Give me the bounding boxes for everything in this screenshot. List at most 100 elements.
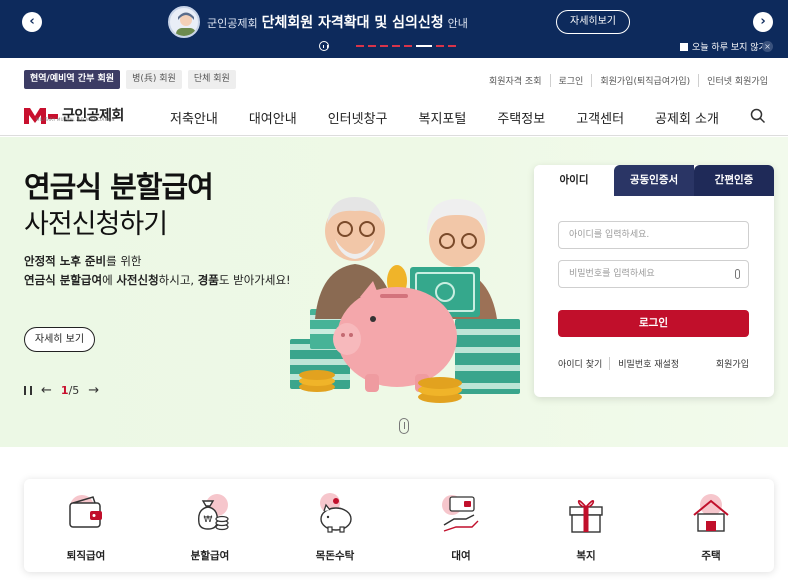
- main-navigation: 군인공제회 MILITARY MUTUAL AID ASSOCIATION 저축…: [0, 98, 788, 136]
- quick-label-loan: 대여: [451, 550, 471, 562]
- link-join-retirement[interactable]: 회원가입(퇴직급여가입): [592, 74, 700, 87]
- banner-dot[interactable]: [368, 45, 376, 47]
- banner-dot[interactable]: [436, 45, 444, 47]
- reset-password-link[interactable]: 비밀번호 재설정: [610, 357, 679, 370]
- hero-desc-bold: 경품: [197, 273, 219, 287]
- link-internet-join[interactable]: 인터넷 회원가입: [699, 74, 768, 87]
- password-placeholder: 비밀번호를 입력하세요: [569, 269, 655, 279]
- banner-dot[interactable]: [380, 45, 388, 47]
- login-panel: 아이디 공동인증서 간편인증 아이디를 입력하세요. 비밀번호를 입력하세요 로…: [534, 165, 774, 397]
- banner-suffix: 안내: [447, 17, 468, 30]
- link-membership-check[interactable]: 회원자격 조회: [481, 74, 551, 87]
- pause-icon[interactable]: [24, 386, 32, 395]
- banner-dot[interactable]: [404, 45, 412, 47]
- arrow-left-icon[interactable]: ←: [41, 384, 52, 397]
- chevron-left-icon[interactable]: ‹: [22, 12, 42, 32]
- chevron-right-icon[interactable]: ›: [753, 12, 773, 32]
- menu-about[interactable]: 공제회 소개: [655, 108, 719, 127]
- hero-pager: ← 1/5 →: [24, 384, 99, 397]
- banner-more-button[interactable]: 자세히보기: [556, 10, 630, 34]
- banner-dot[interactable]: [448, 45, 456, 47]
- top-banner: ‹ 군인공제회 단체회원 자격확대 및 심의신청 안내 자세히보기 › 오늘 하루 …: [0, 0, 788, 58]
- banner-avatar: [168, 6, 200, 38]
- link-login[interactable]: 로그인: [551, 74, 593, 87]
- banner-headline: 단체회원 자격확대 및 심의신청: [261, 15, 444, 31]
- menu-loan[interactable]: 대여안내: [249, 108, 297, 127]
- close-icon[interactable]: ×: [762, 41, 773, 52]
- money-bag-icon: ₩: [198, 494, 229, 531]
- hero-desc-text: 도 받아가세요!: [218, 273, 291, 287]
- join-link[interactable]: 회원가입: [716, 357, 749, 370]
- menu-housing-info[interactable]: 주택정보: [497, 108, 545, 127]
- quick-label-welfare: 복지: [576, 550, 596, 562]
- menu-welfare-portal[interactable]: 복지포털: [419, 108, 467, 127]
- banner-slide-indicator: [356, 45, 456, 47]
- password-input[interactable]: 비밀번호를 입력하세요: [558, 260, 749, 288]
- loan-hand-icon: [442, 495, 479, 532]
- hero-title-line2: 사전신청하기: [24, 209, 168, 240]
- tab-group-member[interactable]: 단체 회원: [187, 70, 236, 89]
- house-icon: [693, 494, 729, 532]
- utility-links: 회원자격 조회 로그인 회원가입(퇴직급여가입) 인터넷 회원가입: [481, 74, 768, 87]
- seniors-piggybank-illustration: [290, 197, 520, 403]
- quick-item-installment[interactable]: ₩ 분할급여: [175, 493, 245, 563]
- hero-desc-bold: 연금식 분할급여: [24, 273, 103, 287]
- hero-description: 안정적 노후 준비를 위한 연금식 분할급여에 사전신청하시고, 경품도 받아가…: [24, 252, 291, 290]
- tab-officer-member[interactable]: 현역/예비역 간부 회원: [24, 70, 121, 89]
- banner-dot[interactable]: [392, 45, 400, 47]
- quick-label-lump-deposit: 목돈수탁: [315, 550, 355, 562]
- login-tabs: 아이디 공동인증서 간편인증: [534, 165, 774, 196]
- menu-savings[interactable]: 저축안내: [170, 108, 218, 127]
- hero-page-total: /5: [68, 384, 80, 397]
- today-hide-toggle[interactable]: 오늘 하루 보지 않기: [680, 40, 767, 53]
- tab-simple-auth[interactable]: 간편인증: [694, 165, 774, 196]
- quick-menu: 퇴직급여 ₩ 분할급여 목돈수탁 대여 복지 주택: [24, 479, 774, 572]
- hero-more-button[interactable]: 자세히 보기: [24, 327, 95, 352]
- arrow-right-icon[interactable]: →: [88, 384, 99, 397]
- hero-desc-bold: 사전신청: [116, 273, 159, 287]
- wallet-icon: [69, 495, 102, 528]
- menu-internet-window[interactable]: 인터넷창구: [328, 108, 388, 127]
- banner-dot-active[interactable]: [416, 45, 432, 47]
- logo-text: 군인공제회: [62, 108, 124, 124]
- login-links: 아이디 찾기 비밀번호 재설정 회원가입: [558, 357, 749, 370]
- banner-text: 군인공제회 단체회원 자격확대 및 심의신청 안내: [207, 12, 468, 32]
- svg-text:₩: ₩: [204, 515, 213, 525]
- quick-item-lump-deposit[interactable]: 목돈수탁: [300, 493, 370, 563]
- piggy-bank-icon: [320, 493, 352, 533]
- member-type-tabs: 현역/예비역 간부 회원 병(兵) 회원 단체 회원: [24, 70, 236, 89]
- id-input[interactable]: 아이디를 입력하세요.: [558, 221, 749, 249]
- gnb-menu: 저축안내 대여안내 인터넷창구 복지포털 주택정보 고객센터 공제회 소개: [170, 108, 719, 127]
- site-logo[interactable]: 군인공제회: [24, 105, 124, 125]
- menu-customer-center[interactable]: 고객센터: [576, 108, 624, 127]
- find-id-link[interactable]: 아이디 찾기: [558, 357, 611, 370]
- banner-dot[interactable]: [356, 45, 364, 47]
- today-hide-checkbox[interactable]: [680, 42, 688, 51]
- hero-desc-text: 하시고,: [158, 273, 198, 287]
- hero-page-count: 1/5: [61, 384, 79, 397]
- hero-desc-bold: 안정적 노후 준비: [24, 254, 107, 268]
- login-button[interactable]: 로그인: [558, 310, 749, 337]
- quick-item-housing[interactable]: 주택: [676, 493, 746, 563]
- hero-desc-text: 를 위한: [106, 254, 142, 268]
- tab-certificate-login[interactable]: 공동인증서: [614, 165, 694, 196]
- quick-item-loan[interactable]: 대여: [426, 493, 496, 563]
- quick-label-installment: 분할급여: [190, 550, 230, 562]
- tab-soldier-member[interactable]: 병(兵) 회원: [126, 70, 182, 89]
- password-visibility-icon[interactable]: [735, 269, 740, 279]
- scroll-down-icon: [399, 418, 409, 434]
- quick-item-retirement[interactable]: 퇴직급여: [51, 493, 121, 563]
- gift-box-icon: [569, 499, 603, 533]
- hero-desc-text: 에: [102, 273, 117, 287]
- quick-item-welfare[interactable]: 복지: [551, 493, 621, 563]
- today-hide-label: 오늘 하루 보지 않기: [692, 43, 767, 53]
- logo-subtext: MILITARY MUTUAL AID ASSOCIATION: [36, 117, 115, 122]
- banner-org: 군인공제회: [207, 17, 258, 30]
- quick-label-retirement: 퇴직급여: [66, 550, 106, 562]
- hero-page-current: 1: [60, 384, 69, 397]
- hero-title-line1: 연금식 분할급여: [24, 170, 214, 204]
- quick-label-housing: 주택: [701, 550, 721, 562]
- search-icon[interactable]: [750, 108, 766, 124]
- tab-id-login[interactable]: 아이디: [534, 165, 614, 196]
- banner-pause-icon[interactable]: [319, 41, 329, 51]
